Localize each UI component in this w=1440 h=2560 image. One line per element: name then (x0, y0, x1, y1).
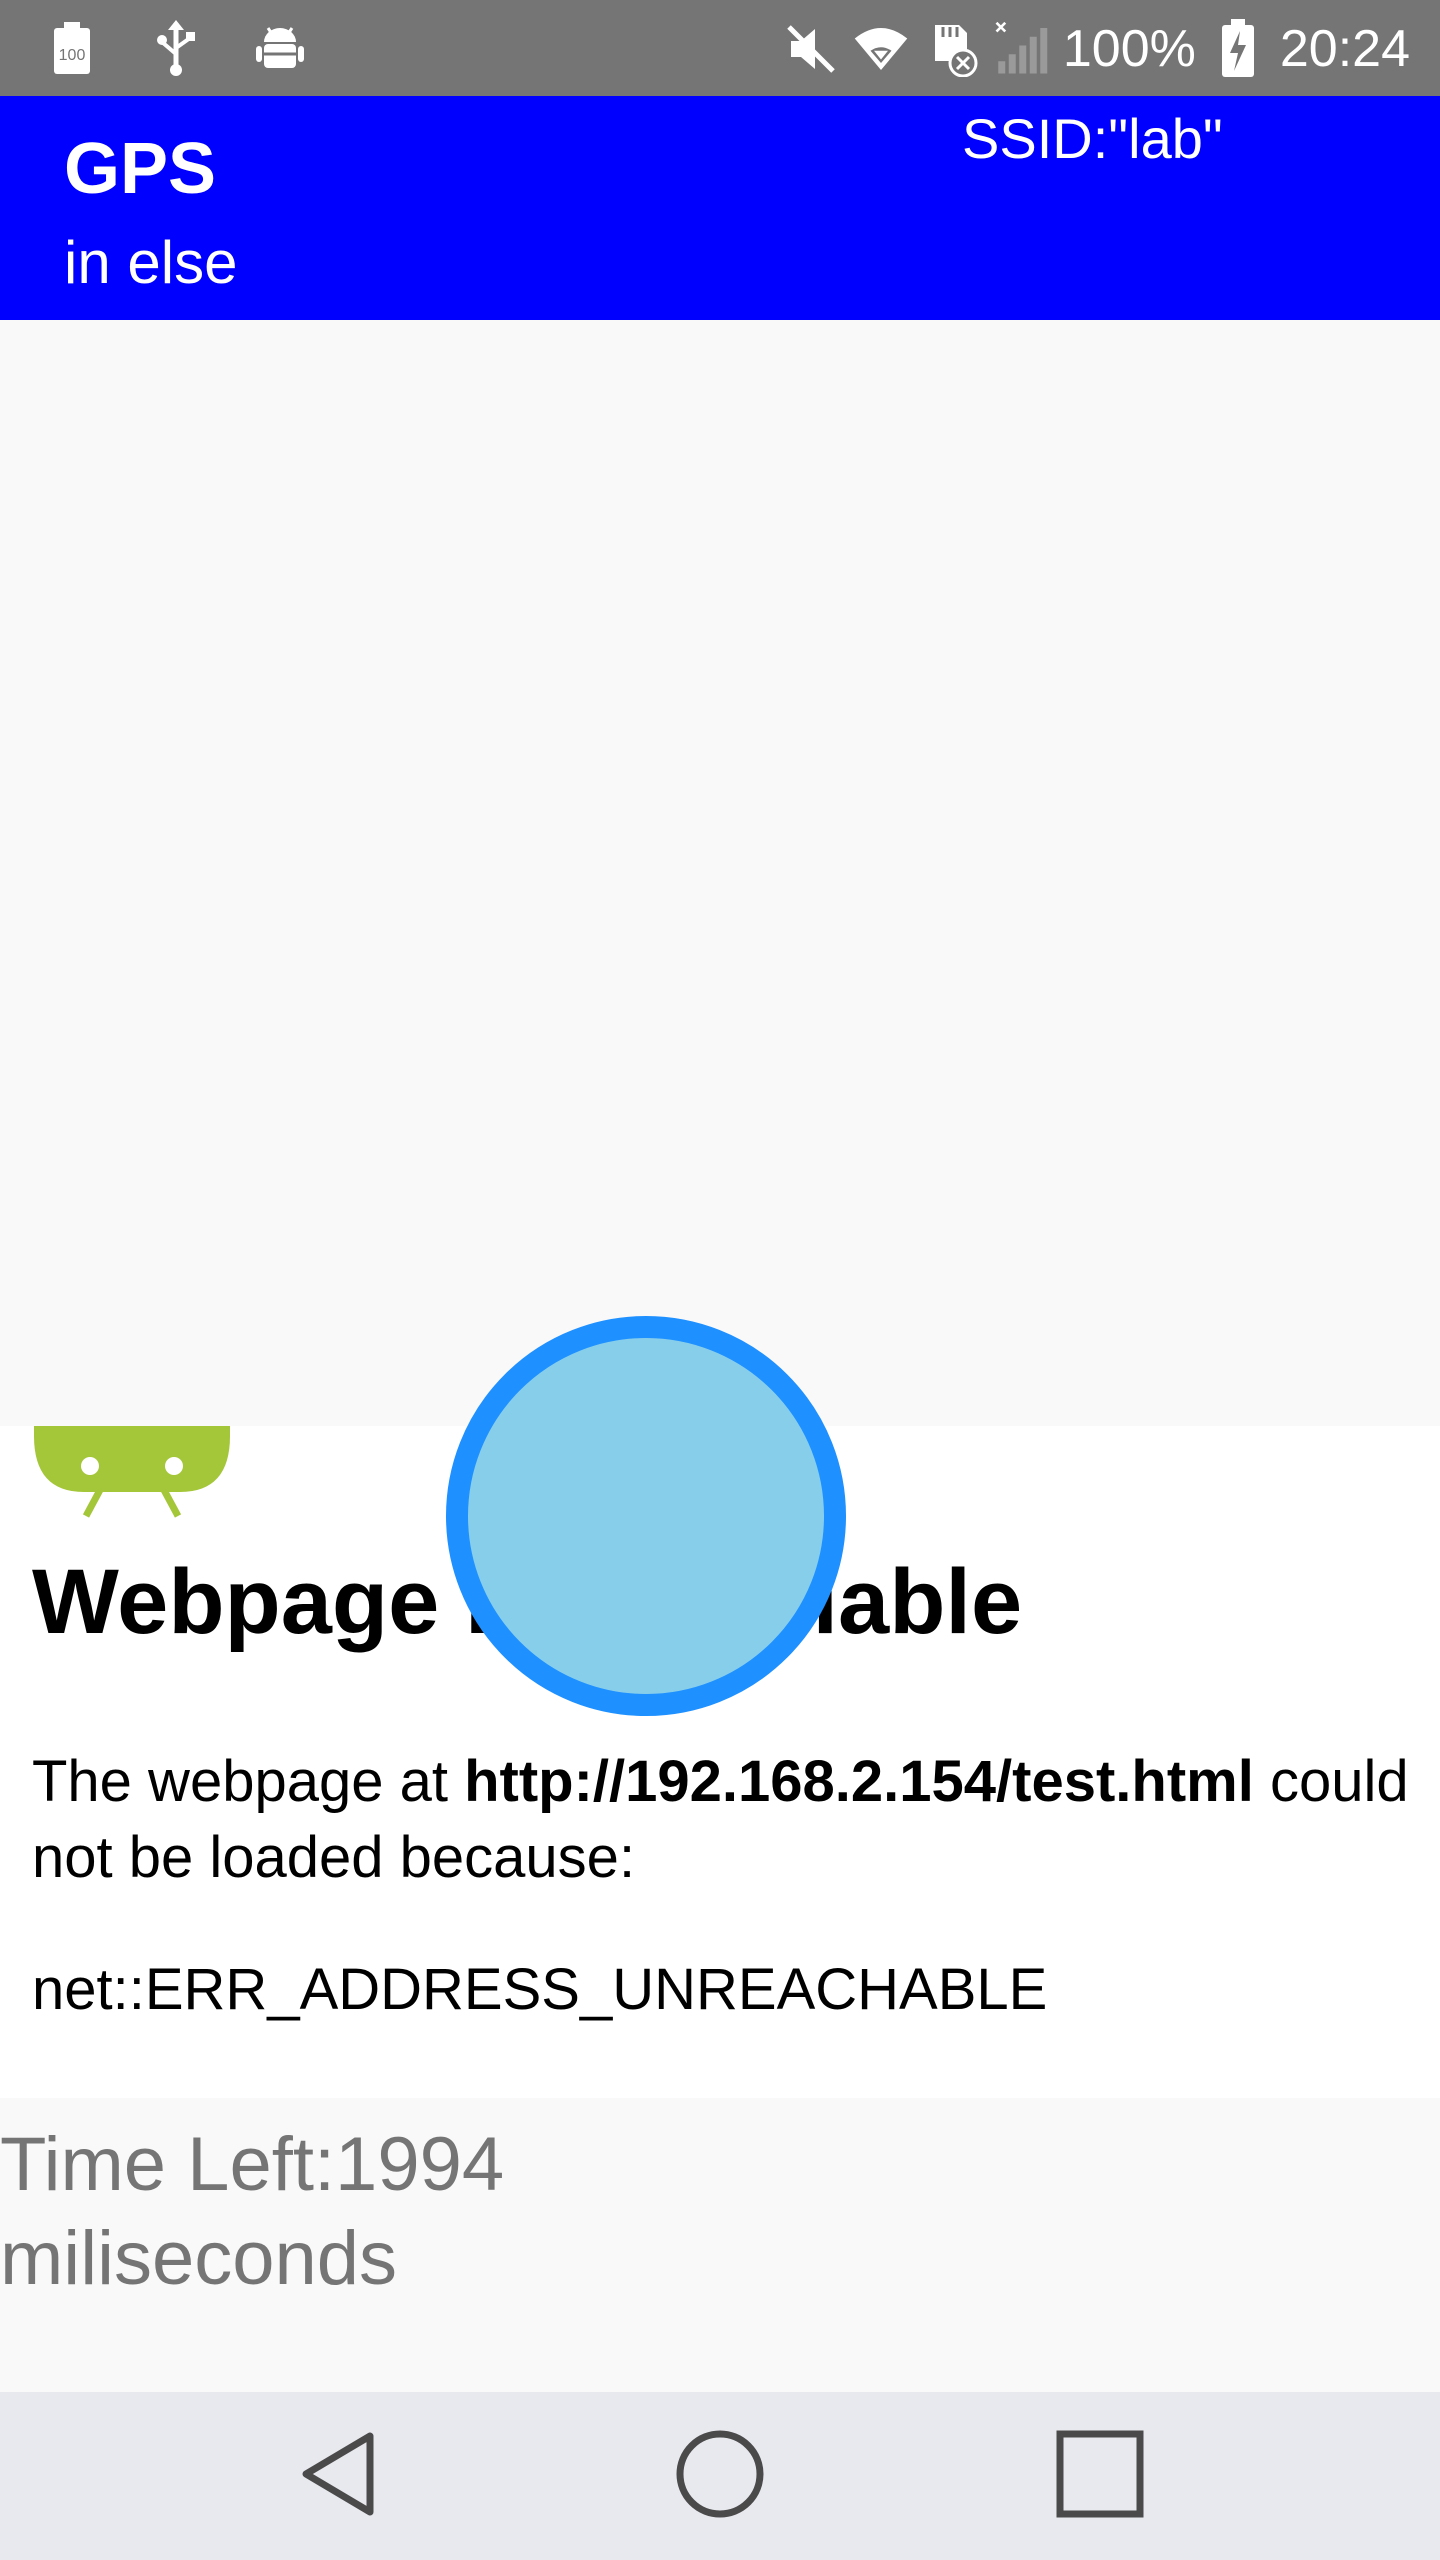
error-description-prefix: The webpage at (32, 1749, 465, 1814)
touch-indicator (446, 1316, 846, 1716)
navigation-bar (0, 2392, 1440, 2560)
app-bar: GPS in else SSID:"lab" (0, 96, 1440, 320)
app-title: GPS (64, 129, 217, 209)
charging-battery-icon (1210, 19, 1266, 77)
blank-content-area (0, 320, 1440, 1426)
recents-button[interactable] (1040, 2416, 1160, 2536)
svg-text:100: 100 (59, 47, 86, 64)
wifi-icon (853, 21, 909, 77)
clock: 20:24 (1279, 20, 1410, 78)
battery-percent: 100% (1062, 20, 1196, 78)
home-button[interactable] (660, 2416, 780, 2536)
mute-icon (783, 21, 839, 77)
sd-card-error-icon (923, 21, 979, 77)
android-debug-icon (252, 20, 308, 76)
status-left-icons: 100 (44, 20, 308, 76)
usb-icon (148, 20, 204, 76)
timer-panel: Time Left:1994 miliseconds (0, 2098, 1440, 2392)
ssid-label: SSID:"lab" (962, 107, 1223, 170)
no-signal-icon (993, 21, 1049, 77)
error-description: The webpage at http://192.168.2.154/test… (32, 1744, 1422, 1896)
status-right-icons: 100% 20:24 (783, 14, 1410, 84)
time-left-label: Time Left:1994 (0, 2122, 505, 2207)
error-code: net::ERR_ADDRESS_UNREACHABLE (32, 1957, 1048, 2022)
recents-icon (1050, 2424, 1150, 2529)
battery-100-icon: 100 (44, 20, 100, 76)
home-icon (670, 2424, 770, 2529)
time-unit-label: miliseconds (0, 2216, 398, 2301)
android-robot-icon (30, 1426, 234, 1546)
status-bar: 100 100% 20:24 (0, 0, 1440, 96)
back-icon (290, 2424, 390, 2529)
timer-text: Time Left:1994 miliseconds (0, 2118, 700, 2306)
back-button[interactable] (280, 2416, 400, 2536)
error-url: http://192.168.2.154/test.html (464, 1749, 1254, 1814)
app-subtitle: in else (64, 229, 238, 296)
